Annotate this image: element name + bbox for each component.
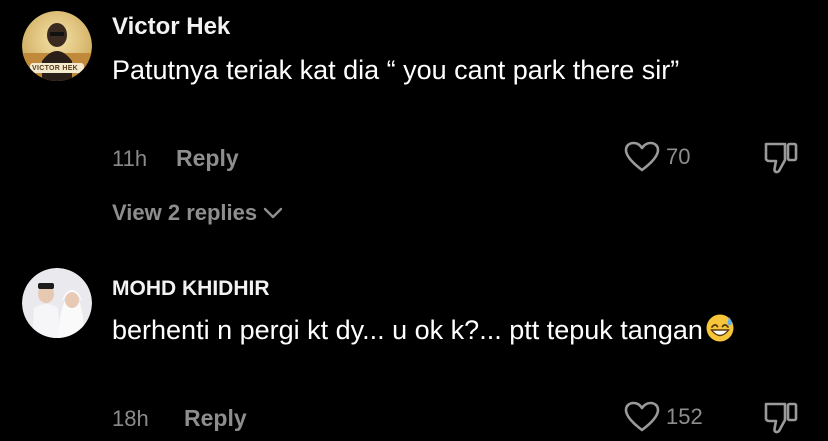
reply-button[interactable]: Reply bbox=[184, 405, 247, 432]
comment-timestamp: 18h bbox=[112, 406, 149, 431]
thumbs-down-outline-icon bbox=[764, 142, 798, 174]
comment-timestamp: 11h bbox=[112, 146, 148, 171]
like-button[interactable]: 70 bbox=[624, 141, 690, 173]
like-button[interactable]: 152 bbox=[624, 401, 703, 433]
like-count: 70 bbox=[666, 144, 691, 169]
heart-outline-icon bbox=[624, 141, 660, 172]
avatar-image bbox=[22, 268, 92, 338]
dislike-button[interactable] bbox=[763, 400, 799, 441]
avatar-victor-hek[interactable]: VICTOR HEK bbox=[22, 11, 92, 81]
heart-outline-icon bbox=[624, 401, 660, 432]
dislike-button[interactable] bbox=[763, 140, 799, 181]
view-replies-button[interactable]: View 2 replies bbox=[112, 200, 283, 226]
comment-1: VICTOR HEK Victor Hek Patutnya teriak ka… bbox=[0, 0, 828, 240]
comment-text: Patutnya teriak kat dia “ you cant park … bbox=[112, 55, 680, 85]
comment-username[interactable]: Victor Hek bbox=[112, 13, 230, 41]
grinning-sweat-emoji-icon bbox=[706, 314, 734, 342]
comment-text-content: berhenti n pergi kt dy... u ok k?... ptt… bbox=[112, 315, 703, 345]
comment-2: MOHD KHIDHIR berhenti n pergi kt dy... u… bbox=[0, 240, 828, 438]
view-replies-label: View 2 replies bbox=[112, 200, 258, 225]
comment-username[interactable]: MOHD KHIDHIR bbox=[112, 277, 270, 301]
avatar-badge-text: VICTOR HEK bbox=[32, 65, 79, 72]
thumbs-down-outline-icon bbox=[764, 402, 798, 434]
reply-button[interactable]: Reply bbox=[176, 145, 239, 172]
avatar-mohd-khidhir[interactable] bbox=[22, 268, 92, 338]
like-count: 152 bbox=[666, 404, 703, 429]
comment-text: berhenti n pergi kt dy... u ok k?... ptt… bbox=[112, 310, 752, 350]
chevron-down-icon bbox=[263, 207, 283, 219]
